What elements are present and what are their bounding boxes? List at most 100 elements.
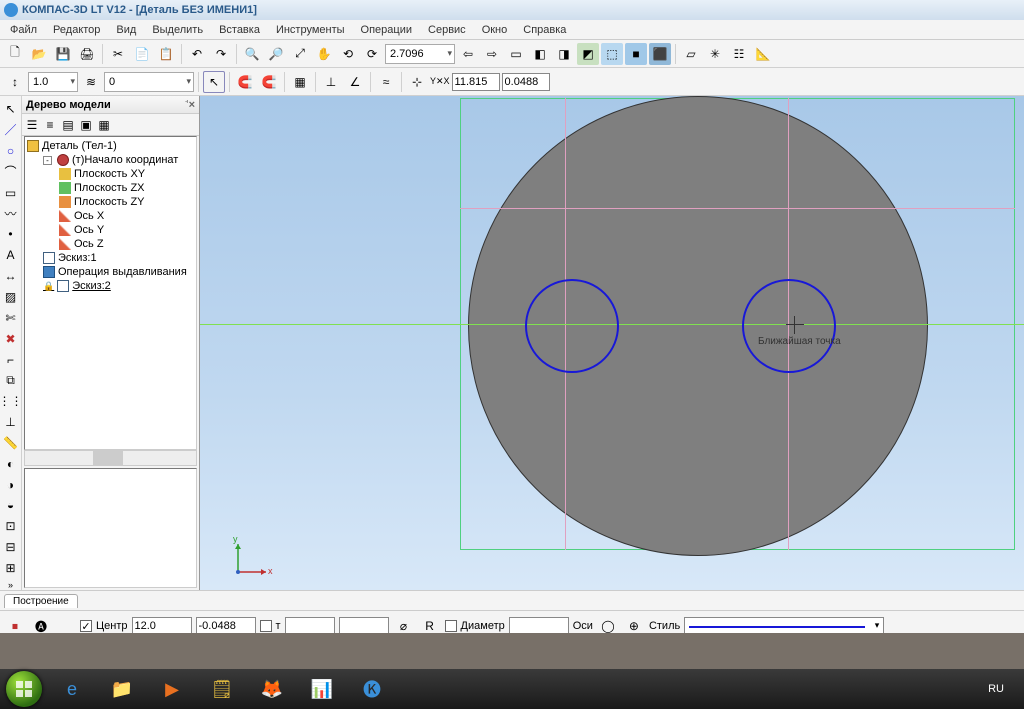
task-ppt-icon[interactable]: 📊: [302, 674, 342, 704]
start-button[interactable]: [6, 671, 42, 707]
tree-sketch1[interactable]: Эскиз:1: [43, 251, 194, 265]
tool-more3-icon[interactable]: ◒: [2, 497, 20, 515]
tool-more1-icon[interactable]: ◐: [2, 455, 20, 473]
coord-mode-icon[interactable]: ⊹: [406, 71, 428, 93]
tool-delete-icon[interactable]: ✖: [2, 330, 20, 348]
view-wire-icon[interactable]: ⬚: [601, 43, 623, 65]
tool-fillet-icon[interactable]: ⌐: [2, 351, 20, 369]
view-persp-icon[interactable]: ⬛: [649, 43, 671, 65]
tool-arc-icon[interactable]: ⌒: [2, 163, 20, 181]
step-combo[interactable]: 1.0: [28, 72, 78, 92]
cut-icon[interactable]: ✂: [107, 43, 129, 65]
menu-file[interactable]: Файл: [2, 22, 45, 38]
tool-circle-icon[interactable]: ○: [2, 142, 20, 160]
measure-icon[interactable]: 📐: [752, 43, 774, 65]
task-kompas-icon[interactable]: 🅚: [352, 674, 392, 704]
task-notes-icon[interactable]: 🗒: [202, 674, 242, 704]
collapse-icon[interactable]: -: [43, 156, 52, 165]
open-icon[interactable]: 📂: [28, 43, 50, 65]
zoom-next-icon[interactable]: ⇨: [481, 43, 503, 65]
menu-editor[interactable]: Редактор: [45, 22, 108, 38]
tree-tool5-icon[interactable]: ▦: [96, 117, 112, 133]
tree-extrude[interactable]: Операция выдавливания: [43, 265, 194, 279]
task-explorer-icon[interactable]: 📁: [102, 674, 142, 704]
layer-icon[interactable]: ≋: [80, 71, 102, 93]
center-checkbox[interactable]: ✓: [80, 620, 92, 632]
tool-measure-icon[interactable]: 📏: [2, 434, 20, 452]
tree-tool3-icon[interactable]: ▤: [60, 117, 76, 133]
tree-axis-y[interactable]: Ось Y: [59, 223, 194, 237]
magnet-off-icon[interactable]: 🧲: [258, 71, 280, 93]
t-checkbox[interactable]: [260, 620, 272, 632]
viewport[interactable]: Ближайшая точка x y: [200, 96, 1024, 590]
print-icon[interactable]: 🖨: [76, 43, 98, 65]
view-front-icon[interactable]: ▭: [505, 43, 527, 65]
paste-icon[interactable]: 📋: [155, 43, 177, 65]
cursor-icon[interactable]: ↖: [203, 71, 225, 93]
close-icon[interactable]: ×: [189, 99, 195, 111]
tool-line-icon[interactable]: ／: [2, 121, 20, 139]
tool-more6-icon[interactable]: ⊞: [2, 559, 20, 577]
tree-tool2-icon[interactable]: ≡: [42, 117, 58, 133]
tool-select-icon[interactable]: ↖: [2, 100, 20, 118]
copy-icon[interactable]: 📄: [131, 43, 153, 65]
zoom-fit-icon[interactable]: ⤢: [289, 43, 311, 65]
menu-window[interactable]: Окно: [474, 22, 516, 38]
zoom-prev-icon[interactable]: ⇦: [457, 43, 479, 65]
snap-mode-icon[interactable]: ↕: [4, 71, 26, 93]
coord-y-input[interactable]: 0.0488: [502, 73, 550, 91]
tree-plane-xy[interactable]: Плоскость XY: [59, 167, 194, 181]
round-icon[interactable]: ≈: [375, 71, 397, 93]
menu-insert[interactable]: Вставка: [211, 22, 268, 38]
tool-mirror-icon[interactable]: ⧉: [2, 371, 20, 389]
tool-more5-icon[interactable]: ⊟: [2, 538, 20, 556]
language-indicator[interactable]: RU: [988, 683, 1018, 695]
tool-more4-icon[interactable]: ⊡: [2, 517, 20, 535]
menu-view[interactable]: Вид: [108, 22, 144, 38]
tool-hatch-icon[interactable]: ▨: [2, 288, 20, 306]
tree-axis-x[interactable]: Ось X: [59, 209, 194, 223]
style-combo[interactable]: 0: [104, 72, 194, 92]
view-hidden-icon[interactable]: ■: [625, 43, 647, 65]
menu-operations[interactable]: Операции: [353, 22, 420, 38]
view-iso2-icon[interactable]: ◨: [553, 43, 575, 65]
tree-sketch2[interactable]: 🔒Эскиз:2: [43, 279, 194, 293]
polar-icon[interactable]: ∠: [344, 71, 366, 93]
rotate-icon[interactable]: ⟲: [337, 43, 359, 65]
tree-tool1-icon[interactable]: ☰: [24, 117, 40, 133]
tool-more2-icon[interactable]: ◑: [2, 476, 20, 494]
tree-origin[interactable]: -(т)Начало координат: [43, 153, 194, 167]
sketch-circle[interactable]: [525, 279, 619, 373]
tree-root[interactable]: Деталь (Тел-1): [27, 139, 194, 153]
tree-scrollbar[interactable]: [24, 450, 197, 466]
tool-rect-icon[interactable]: ▭: [2, 184, 20, 202]
refresh-icon[interactable]: ⟳: [361, 43, 383, 65]
ortho-icon[interactable]: ⊥: [320, 71, 342, 93]
view-iso-icon[interactable]: ◧: [529, 43, 551, 65]
props-icon[interactable]: ☷: [728, 43, 750, 65]
diameter-checkbox[interactable]: [445, 620, 457, 632]
grid-icon[interactable]: ▦: [289, 71, 311, 93]
zoom-in-icon[interactable]: 🔍: [241, 43, 263, 65]
sketch-circle[interactable]: [742, 279, 836, 373]
task-media-icon[interactable]: ▶: [152, 674, 192, 704]
menu-help[interactable]: Справка: [515, 22, 574, 38]
menu-tools[interactable]: Инструменты: [268, 22, 353, 38]
coord-x-input[interactable]: 11.815: [452, 73, 500, 91]
menu-select[interactable]: Выделить: [144, 22, 211, 38]
tool-dim-icon[interactable]: ↔: [2, 267, 20, 285]
expand-icon[interactable]: »: [8, 580, 13, 590]
zoom-combo[interactable]: 2.7096: [385, 44, 455, 64]
undo-icon[interactable]: ↶: [186, 43, 208, 65]
tool-point-icon[interactable]: •: [2, 226, 20, 244]
magnet-on-icon[interactable]: 🧲: [234, 71, 256, 93]
task-ie-icon[interactable]: e: [52, 674, 92, 704]
axis-icon[interactable]: ✳: [704, 43, 726, 65]
tree-axis-z[interactable]: Ось Z: [59, 237, 194, 251]
tree-tool4-icon[interactable]: ▣: [78, 117, 94, 133]
task-firefox-icon[interactable]: 🦊: [252, 674, 292, 704]
tool-constraint-icon[interactable]: ⊥: [2, 413, 20, 431]
tree-plane-zx[interactable]: Плоскость ZX: [59, 181, 194, 195]
pan-icon[interactable]: ✋: [313, 43, 335, 65]
zoom-out-icon[interactable]: 🔎: [265, 43, 287, 65]
